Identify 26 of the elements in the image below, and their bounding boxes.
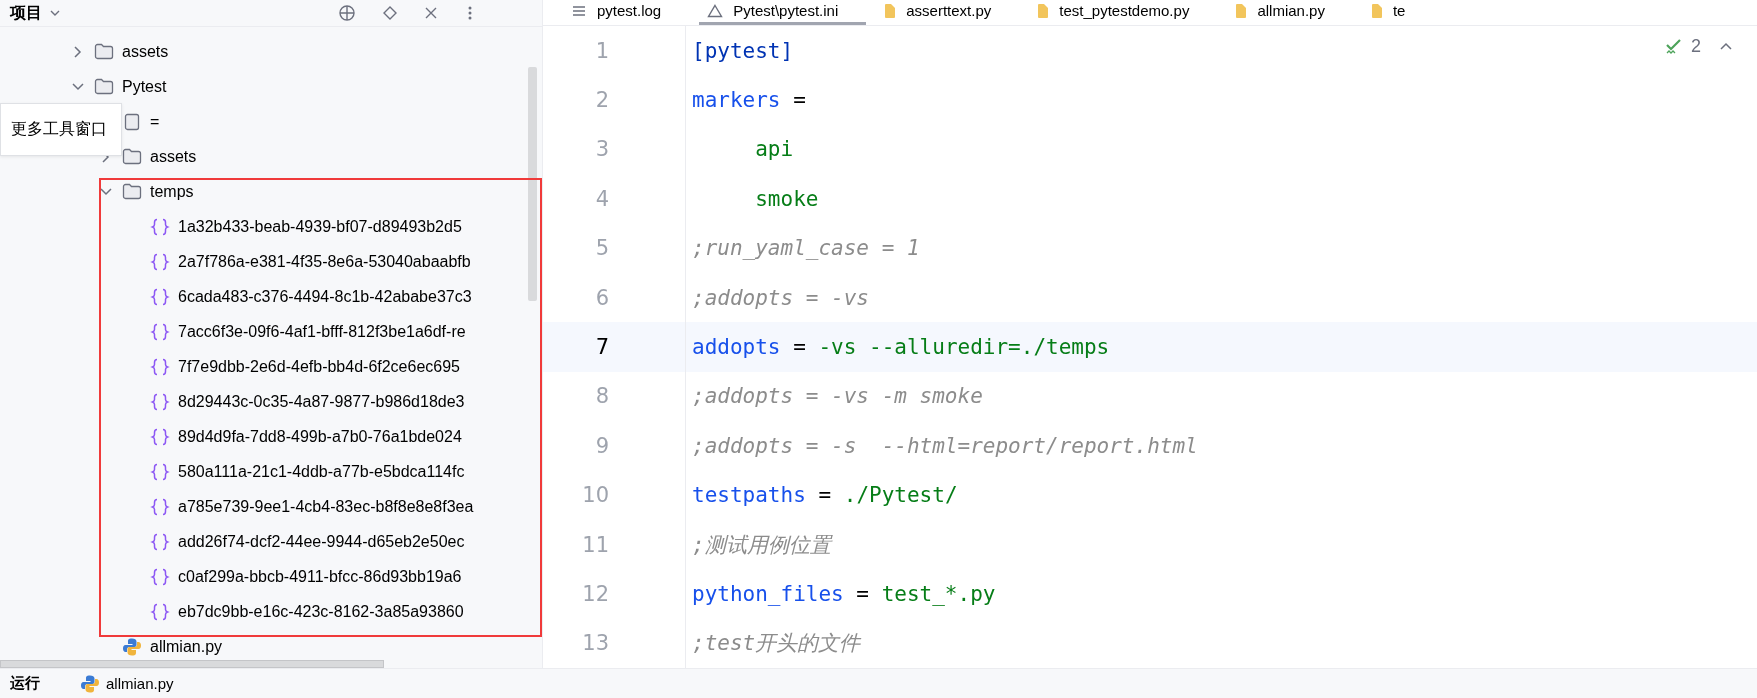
code-line: addopts = -vs --alluredir=./temps [691,334,1110,359]
code-line: ;addopts = -vs [691,285,869,310]
code-line: markers = [691,88,806,112]
line-number: 1 [543,25,686,76]
code-line: python_files = test_*.py [691,581,996,606]
line-number: 5 [543,223,686,273]
line-number: 10 [543,470,686,520]
line-number: 2 [543,75,686,125]
line-number: 11 [543,519,686,570]
code-line: ;addopts = -s --html=report/report.html [691,433,1198,458]
code-line: ;测试用例位置 [691,531,831,559]
line-number: 9 [543,421,686,471]
line-number: 4 [543,174,686,224]
line-number: 12 [543,569,686,619]
line-number: 7 [543,322,686,372]
line-number: 3 [543,124,686,175]
code-line: [pytest] [691,38,794,63]
line-number: 8 [543,371,686,422]
tooltip: 更多工具窗口 [0,103,122,156]
code-line: testpaths = ./Pytest/ [691,483,958,508]
code-line: ;test开头的文件 [691,630,861,658]
code-line: ;run_yaml_case = 1 [691,236,920,261]
panel-title: 项目 [10,2,42,23]
code-line: smoke [754,186,819,211]
code-line: ;addopts = -vs -m smoke [691,384,983,409]
code-line: api [754,137,794,162]
